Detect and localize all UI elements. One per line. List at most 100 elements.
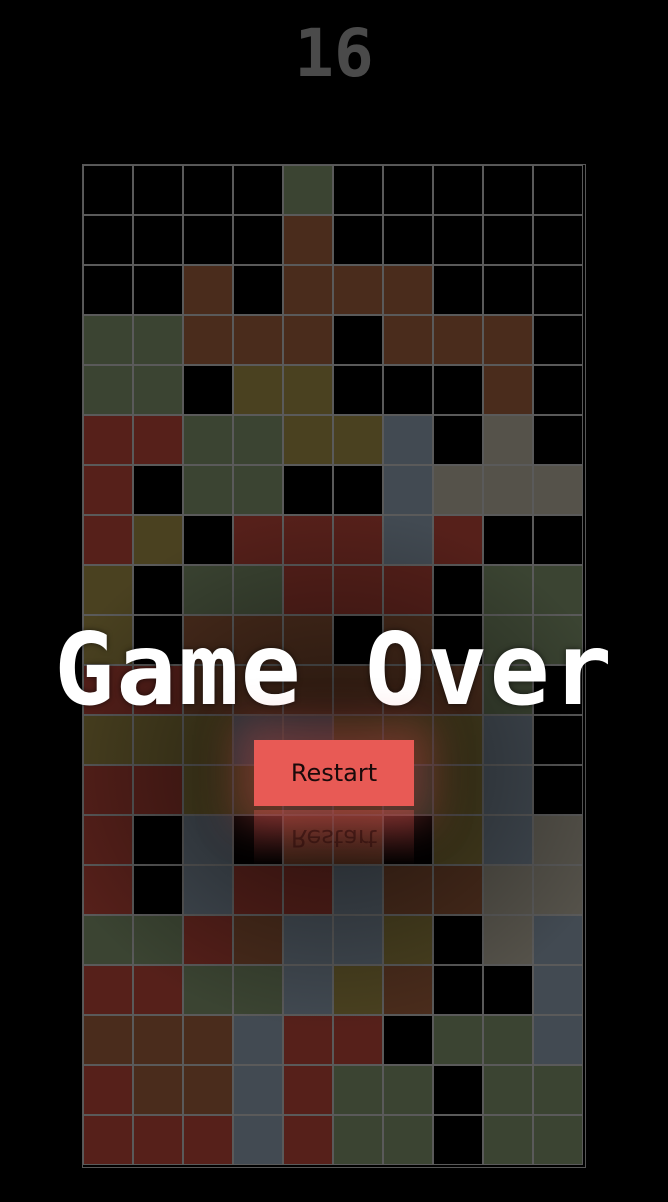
block-cell xyxy=(383,965,433,1015)
block-cell xyxy=(433,465,483,515)
restart-button[interactable]: Restart xyxy=(254,740,414,806)
block-cell xyxy=(433,865,483,915)
block-cell xyxy=(83,465,133,515)
empty-cell xyxy=(183,215,233,265)
block-cell xyxy=(383,465,433,515)
empty-cell xyxy=(183,515,233,565)
block-cell xyxy=(183,315,233,365)
block-cell xyxy=(133,515,183,565)
block-cell xyxy=(83,1015,133,1065)
empty-cell xyxy=(83,165,133,215)
block-cell xyxy=(83,1065,133,1115)
block-cell xyxy=(83,965,133,1015)
block-cell xyxy=(83,1115,133,1165)
empty-cell xyxy=(483,215,533,265)
block-cell xyxy=(333,265,383,315)
empty-cell xyxy=(133,865,183,915)
block-cell xyxy=(283,415,333,465)
block-cell xyxy=(133,1115,183,1165)
block-cell xyxy=(333,565,383,615)
block-cell xyxy=(333,415,383,465)
empty-cell xyxy=(533,315,583,365)
block-cell xyxy=(83,365,133,415)
empty-cell xyxy=(533,165,583,215)
block-cell xyxy=(533,1015,583,1065)
block-cell xyxy=(283,965,333,1015)
block-cell xyxy=(533,465,583,515)
block-cell xyxy=(133,965,183,1015)
empty-cell xyxy=(383,215,433,265)
block-cell xyxy=(383,1115,433,1165)
empty-cell xyxy=(383,365,433,415)
block-cell xyxy=(433,1015,483,1065)
restart-container: Restart xyxy=(254,740,414,806)
block-cell xyxy=(233,1065,283,1115)
empty-cell xyxy=(483,265,533,315)
empty-cell xyxy=(483,965,533,1015)
empty-cell xyxy=(433,265,483,315)
block-cell xyxy=(533,1115,583,1165)
block-cell xyxy=(233,415,283,465)
block-cell xyxy=(133,415,183,465)
block-cell xyxy=(133,365,183,415)
block-cell xyxy=(183,865,233,915)
empty-cell xyxy=(333,365,383,415)
empty-cell xyxy=(133,465,183,515)
block-cell xyxy=(383,865,433,915)
block-cell xyxy=(483,565,533,615)
empty-cell xyxy=(533,365,583,415)
block-cell xyxy=(383,915,433,965)
block-cell xyxy=(383,265,433,315)
block-cell xyxy=(83,765,133,815)
block-cell xyxy=(183,765,233,815)
block-cell xyxy=(533,865,583,915)
block-cell xyxy=(483,1115,533,1165)
block-cell xyxy=(433,765,483,815)
block-cell xyxy=(233,865,283,915)
block-cell xyxy=(483,1065,533,1115)
empty-cell xyxy=(83,215,133,265)
block-cell xyxy=(283,1015,333,1065)
empty-cell xyxy=(433,415,483,465)
block-cell xyxy=(83,315,133,365)
block-cell xyxy=(183,965,233,1015)
block-cell xyxy=(233,315,283,365)
block-cell xyxy=(333,1115,383,1165)
empty-cell xyxy=(233,215,283,265)
block-cell xyxy=(183,1115,233,1165)
block-cell xyxy=(183,915,233,965)
block-cell xyxy=(283,565,333,615)
block-cell xyxy=(283,215,333,265)
restart-reflection-label: Restart xyxy=(290,824,378,852)
empty-cell xyxy=(233,165,283,215)
empty-cell xyxy=(233,265,283,315)
block-cell xyxy=(283,1065,333,1115)
empty-cell xyxy=(133,565,183,615)
empty-cell xyxy=(433,915,483,965)
block-cell xyxy=(133,915,183,965)
empty-cell xyxy=(433,565,483,615)
block-cell xyxy=(183,465,233,515)
block-cell xyxy=(83,565,133,615)
empty-cell xyxy=(133,215,183,265)
empty-cell xyxy=(183,165,233,215)
block-cell xyxy=(233,465,283,515)
block-cell xyxy=(233,1015,283,1065)
block-cell xyxy=(333,1065,383,1115)
block-cell xyxy=(83,815,133,865)
empty-cell xyxy=(133,265,183,315)
block-cell xyxy=(283,515,333,565)
block-cell xyxy=(83,515,133,565)
block-cell xyxy=(333,515,383,565)
empty-cell xyxy=(333,315,383,365)
block-cell xyxy=(133,765,183,815)
block-cell xyxy=(133,315,183,365)
block-cell xyxy=(183,265,233,315)
block-cell xyxy=(283,165,333,215)
block-cell xyxy=(183,1065,233,1115)
block-cell xyxy=(433,815,483,865)
empty-cell xyxy=(433,1065,483,1115)
block-cell xyxy=(383,315,433,365)
empty-cell xyxy=(533,265,583,315)
empty-cell xyxy=(83,265,133,315)
